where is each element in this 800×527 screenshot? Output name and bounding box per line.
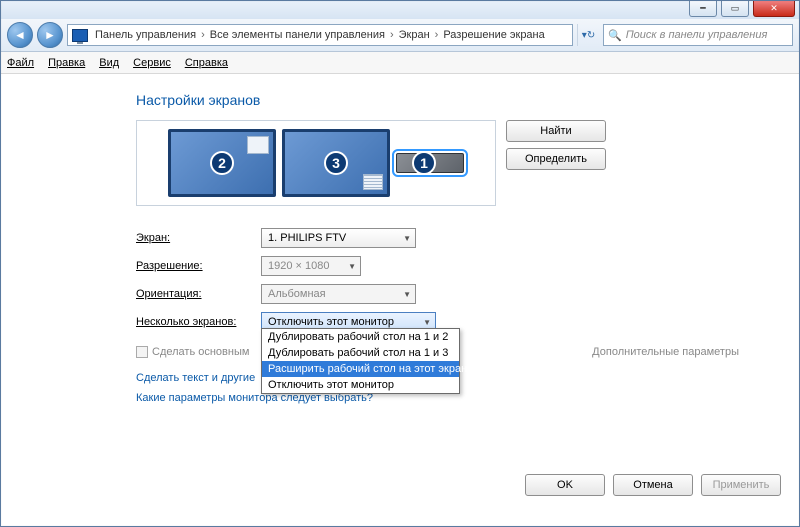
- menu-service[interactable]: Сервис: [133, 57, 171, 69]
- chevron-right-icon: ›: [432, 29, 442, 41]
- help-link[interactable]: Какие параметры монитора следует выбрать…: [136, 392, 799, 404]
- make-main-checkbox[interactable]: [136, 346, 148, 358]
- display-label: Экран:: [136, 232, 261, 244]
- search-placeholder: Поиск в панели управления: [626, 29, 768, 41]
- chevron-down-icon: ▼: [403, 234, 411, 243]
- refresh-icon: ↻: [587, 30, 595, 41]
- orientation-select[interactable]: Альбомная ▼: [261, 284, 416, 304]
- window: ━ ▭ ✕ ◄ ► Панель управления › Все элемен…: [0, 0, 800, 527]
- preview-buttons: Найти Определить: [506, 120, 606, 170]
- minimize-button[interactable]: ━: [689, 1, 717, 17]
- chevron-down-icon: ▼: [348, 262, 356, 271]
- find-button[interactable]: Найти: [506, 120, 606, 142]
- resolution-value: 1920 × 1080: [268, 260, 329, 272]
- menubar: Файл Правка Вид Сервис Справка: [1, 52, 799, 74]
- titlebar: ━ ▭ ✕: [1, 1, 799, 19]
- monitor-number: 2: [210, 151, 234, 175]
- multi-option[interactable]: Отключить этот монитор: [262, 377, 459, 393]
- monitor-preview-row: 2 3 1 Найти Определить: [136, 120, 799, 206]
- crumb[interactable]: Панель управления: [93, 29, 198, 41]
- crumb[interactable]: Все элементы панели управления: [208, 29, 387, 41]
- menu-file[interactable]: Файл: [7, 57, 34, 69]
- dialog-buttons: OK Отмена Применить: [525, 474, 781, 496]
- search-input[interactable]: 🔍 Поиск в панели управления: [603, 24, 793, 46]
- monitor-number: 3: [324, 151, 348, 175]
- orientation-label: Ориентация:: [136, 288, 261, 300]
- identify-button[interactable]: Определить: [506, 148, 606, 170]
- chevron-down-icon: ▼: [423, 318, 431, 327]
- crumb[interactable]: Разрешение экрана: [441, 29, 546, 41]
- monitor-2[interactable]: 2: [168, 129, 276, 197]
- chevron-down-icon: ▼: [403, 290, 411, 299]
- menu-view[interactable]: Вид: [99, 57, 119, 69]
- maximize-icon: ▭: [731, 3, 740, 14]
- window-thumb-icon: [247, 136, 269, 154]
- minimize-icon: ━: [700, 3, 705, 14]
- menu-help[interactable]: Справка: [185, 57, 228, 69]
- make-main-label: Сделать основным: [152, 346, 249, 358]
- monitor-1[interactable]: 1: [396, 153, 464, 173]
- navbar: ◄ ► Панель управления › Все элементы пан…: [1, 19, 799, 52]
- multi-dropdown: Дублировать рабочий стол на 1 и 2 Дублир…: [261, 328, 460, 394]
- page-title: Настройки экранов: [136, 92, 799, 108]
- monitor-3[interactable]: 3: [282, 129, 390, 197]
- back-button[interactable]: ◄: [7, 22, 33, 48]
- maximize-button[interactable]: ▭: [721, 1, 749, 17]
- close-icon: ✕: [770, 3, 778, 14]
- multi-value: Отключить этот монитор: [268, 316, 394, 328]
- ok-button[interactable]: OK: [525, 474, 605, 496]
- resolution-select[interactable]: 1920 × 1080 ▼: [261, 256, 361, 276]
- advanced-link[interactable]: Дополнительные параметры: [592, 346, 739, 358]
- cancel-button[interactable]: Отмена: [613, 474, 693, 496]
- window-thumb-icon: [363, 174, 383, 190]
- address-bar[interactable]: Панель управления › Все элементы панели …: [67, 24, 573, 46]
- text-size-link[interactable]: Сделать текст и другие: [136, 372, 799, 384]
- monitor-icon: [72, 29, 88, 42]
- chevron-right-icon: ›: [198, 29, 208, 41]
- refresh-button[interactable]: ▾ ↻: [577, 24, 599, 46]
- display-value: 1. PHILIPS FTV: [268, 232, 346, 244]
- arrow-left-icon: ◄: [14, 28, 26, 42]
- orientation-value: Альбомная: [268, 288, 326, 300]
- content-area: Настройки экранов 2 3 1 Найти Определить: [1, 74, 799, 526]
- display-select[interactable]: 1. PHILIPS FTV ▼: [261, 228, 416, 248]
- apply-button[interactable]: Применить: [701, 474, 781, 496]
- resolution-label: Разрешение:: [136, 260, 261, 272]
- search-icon: 🔍: [608, 29, 622, 42]
- multi-option[interactable]: Дублировать рабочий стол на 1 и 2: [262, 329, 459, 345]
- crumb[interactable]: Экран: [397, 29, 432, 41]
- chevron-right-icon: ›: [387, 29, 397, 41]
- settings-form: Экран: 1. PHILIPS FTV ▼ Разрешение: 1920…: [136, 224, 799, 404]
- close-button[interactable]: ✕: [753, 1, 795, 17]
- monitor-number: 1: [412, 151, 436, 175]
- multi-option[interactable]: Расширить рабочий стол на этот экран: [262, 361, 459, 377]
- forward-button[interactable]: ►: [37, 22, 63, 48]
- monitor-preview[interactable]: 2 3 1: [136, 120, 496, 206]
- arrow-right-icon: ►: [44, 28, 56, 42]
- multi-option[interactable]: Дублировать рабочий стол на 1 и 3: [262, 345, 459, 361]
- multi-label: Несколько экранов:: [136, 316, 261, 328]
- menu-edit[interactable]: Правка: [48, 57, 85, 69]
